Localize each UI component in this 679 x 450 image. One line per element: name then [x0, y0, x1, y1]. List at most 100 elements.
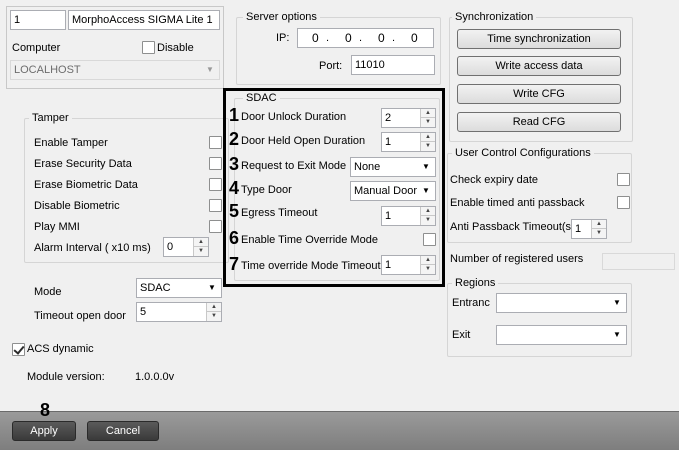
spinner[interactable]: ▲ ▼ — [420, 256, 435, 274]
play-mmi-label: Play MMI — [34, 221, 80, 233]
spin-down-icon[interactable]: ▼ — [207, 312, 221, 321]
computer-label: Computer — [12, 42, 61, 54]
spinner[interactable]: ▲ ▼ — [591, 220, 606, 238]
spinner[interactable]: ▲ ▼ — [206, 303, 221, 321]
spinner[interactable]: ▲ ▼ — [420, 133, 435, 151]
spin-up-icon[interactable]: ▲ — [194, 238, 208, 247]
spin-up-icon[interactable]: ▲ — [421, 256, 435, 265]
callout-3: 3 — [229, 154, 240, 174]
alarm-interval-value: 0 — [167, 241, 174, 253]
enable-tamper-checkbox[interactable] — [209, 136, 222, 149]
door-held-label: Door Held Open Duration — [241, 135, 366, 147]
erase-biometric-data-checkbox[interactable] — [209, 178, 222, 191]
chevron-down-icon: ▼ — [422, 186, 430, 195]
timeout-open-door-stepper[interactable]: 5 ▲ ▼ — [136, 302, 222, 322]
erase-security-data-checkbox[interactable] — [209, 157, 222, 170]
chevron-down-icon: ▼ — [613, 298, 621, 307]
disable-biometric-label: Disable Biometric — [34, 200, 120, 212]
disable-biometric-checkbox[interactable] — [209, 199, 222, 212]
callout-6: 6 — [229, 228, 240, 248]
override-timeout-value: 1 — [385, 259, 392, 271]
erase-biometric-data-label: Erase Biometric Data — [34, 179, 138, 191]
request-to-exit-value: None — [354, 161, 381, 173]
spin-down-icon[interactable]: ▼ — [194, 247, 208, 256]
callout-8: 8 — [40, 400, 51, 420]
port-input[interactable]: 11010 — [351, 55, 435, 75]
spinner[interactable]: ▲ ▼ — [420, 109, 435, 127]
entrance-label: Entranc — [452, 297, 490, 309]
exit-label: Exit — [452, 329, 471, 341]
alarm-interval-stepper[interactable]: 0 ▲ ▼ — [163, 237, 209, 257]
spin-down-icon[interactable]: ▼ — [592, 229, 606, 238]
time-override-checkbox[interactable] — [423, 233, 436, 246]
spin-up-icon[interactable]: ▲ — [421, 133, 435, 142]
door-held-stepper[interactable]: 1 ▲ ▼ — [381, 132, 436, 152]
tamper-title: Tamper — [29, 111, 72, 125]
request-to-exit-select[interactable]: None ▼ — [350, 157, 436, 177]
timeout-open-door-label: Timeout open door — [34, 310, 126, 322]
spin-down-icon[interactable]: ▼ — [421, 142, 435, 151]
entrance-select[interactable]: ▼ — [496, 293, 627, 313]
ip-separator-dot: . — [392, 32, 396, 44]
alarm-interval-label: Alarm Interval ( x10 ms) — [34, 242, 151, 254]
device-name-field[interactable]: MorphoAccess SIGMA Lite 1 — [68, 10, 220, 30]
acs-dynamic-checkbox[interactable] — [12, 343, 25, 356]
ip-octet-2: 0 — [345, 31, 352, 45]
spin-up-icon[interactable]: ▲ — [421, 207, 435, 216]
cancel-button[interactable]: Cancel — [87, 421, 159, 441]
spin-up-icon[interactable]: ▲ — [421, 109, 435, 118]
synchronization-title: Synchronization — [452, 10, 537, 24]
timed-anti-passback-checkbox[interactable] — [617, 196, 630, 209]
ip-separator-dot: . — [359, 32, 363, 44]
callout-5: 5 — [229, 201, 240, 221]
ip-label: IP: — [276, 32, 290, 44]
spin-down-icon[interactable]: ▼ — [421, 265, 435, 274]
callout-4: 4 — [229, 178, 240, 198]
door-held-value: 1 — [385, 136, 392, 148]
ip-octet-3: 0 — [378, 31, 385, 45]
ip-octet-4: 0 — [411, 31, 418, 45]
type-door-select[interactable]: Manual Door ▼ — [350, 181, 436, 201]
spinner[interactable]: ▲ ▼ — [420, 207, 435, 225]
door-unlock-stepper[interactable]: 2 ▲ ▼ — [381, 108, 436, 128]
write-access-data-button[interactable]: Write access data — [457, 56, 621, 76]
spinner[interactable]: ▲ ▼ — [193, 238, 208, 256]
play-mmi-checkbox[interactable] — [209, 220, 222, 233]
server-options-title: Server options — [243, 10, 320, 24]
door-unlock-value: 2 — [385, 112, 392, 124]
spin-down-icon[interactable]: ▼ — [421, 118, 435, 127]
override-timeout-stepper[interactable]: 1 ▲ ▼ — [381, 255, 436, 275]
read-cfg-button[interactable]: Read CFG — [457, 112, 621, 132]
module-version-value: 1.0.0.0v — [135, 371, 175, 383]
ip-separator-dot: . — [326, 32, 330, 44]
device-number-field[interactable]: 1 — [10, 10, 66, 30]
door-unlock-label: Door Unlock Duration — [241, 111, 347, 123]
exit-select[interactable]: ▼ — [496, 325, 627, 345]
override-timeout-label: Time override Mode Timeout — [241, 260, 381, 272]
anti-passback-timeout-label: Anti Passback Timeout(s) — [450, 221, 575, 233]
spin-up-icon[interactable]: ▲ — [207, 303, 221, 312]
apply-button[interactable]: Apply — [12, 421, 76, 441]
check-expiry-checkbox[interactable] — [617, 173, 630, 186]
chevron-down-icon: ▼ — [422, 162, 430, 171]
computer-select[interactable]: LOCALHOST ▼ — [10, 60, 220, 80]
egress-timeout-stepper[interactable]: 1 ▲ ▼ — [381, 206, 436, 226]
mode-label: Mode — [34, 286, 62, 298]
type-door-value: Manual Door — [354, 185, 417, 197]
time-synchronization-button[interactable]: Time synchronization — [457, 29, 621, 49]
ip-input[interactable]: 0 . 0 . 0 . 0 — [297, 28, 434, 48]
disable-checkbox[interactable] — [142, 41, 155, 54]
disable-label: Disable — [157, 42, 194, 54]
mode-select[interactable]: SDAC ▼ — [136, 278, 222, 298]
callout-1: 1 — [229, 105, 240, 125]
chevron-down-icon: ▼ — [613, 330, 621, 339]
write-cfg-button[interactable]: Write CFG — [457, 84, 621, 104]
anti-passback-timeout-stepper[interactable]: 1 ▲ ▼ — [571, 219, 607, 239]
spin-down-icon[interactable]: ▼ — [421, 216, 435, 225]
enable-tamper-label: Enable Tamper — [34, 137, 108, 149]
timed-anti-passback-label: Enable timed anti passback — [450, 197, 585, 209]
anti-passback-timeout-value: 1 — [575, 223, 582, 235]
regions-title: Regions — [452, 276, 499, 290]
spin-up-icon[interactable]: ▲ — [592, 220, 606, 229]
timeout-open-door-value: 5 — [140, 306, 147, 318]
